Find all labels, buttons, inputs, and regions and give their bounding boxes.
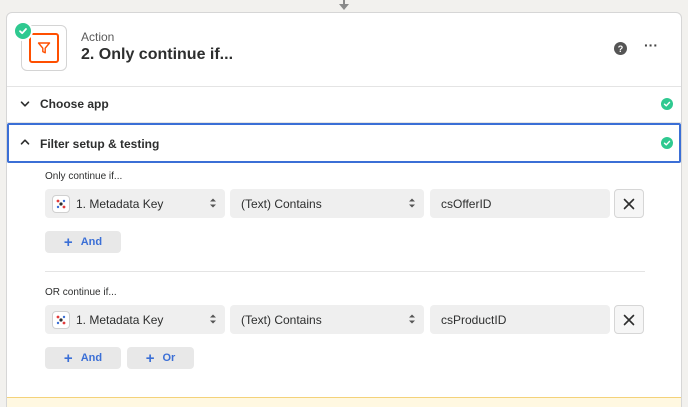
button-label: And: [80, 236, 103, 248]
condition-field-value: 1. Metadata Key: [76, 312, 164, 327]
condition-value-input[interactable]: csOfferID: [430, 189, 610, 218]
section-complete-check-icon: [661, 98, 673, 110]
section-choose-app[interactable]: Choose app: [7, 87, 681, 123]
add-or-group-button[interactable]: + Or: [127, 347, 194, 369]
chevron-up-icon: [20, 139, 30, 145]
step-connector-arrow-icon: [339, 4, 349, 10]
condition-operator-value: (Text) Contains: [241, 196, 322, 211]
select-arrows-icon: [210, 314, 216, 324]
step-title: 2. Only continue if...: [81, 46, 234, 63]
plus-icon: +: [145, 349, 155, 367]
condition-operator-select[interactable]: (Text) Contains: [230, 189, 424, 218]
section-label: Choose app: [40, 97, 109, 111]
condition-value-input[interactable]: csProductID: [430, 305, 610, 334]
filter-group-label: OR continue if...: [45, 287, 117, 298]
section-complete-check-icon: [661, 137, 673, 149]
bottom-notice-banner: [7, 397, 681, 407]
select-arrows-icon: [409, 314, 415, 324]
add-and-condition-button[interactable]: + And: [45, 347, 121, 369]
condition-operator-value: (Text) Contains: [241, 312, 322, 327]
group-divider: [45, 271, 645, 272]
filter-group-label: Only continue if...: [45, 171, 123, 182]
button-label: And: [80, 352, 103, 364]
step-header[interactable]: Action 2. Only continue if... ? ···: [7, 13, 681, 87]
app-logo-icon: [52, 194, 70, 213]
condition-value-text: csOfferID: [441, 196, 492, 211]
plus-icon: +: [63, 233, 73, 251]
remove-condition-button[interactable]: [614, 305, 644, 334]
section-label: Filter setup & testing: [40, 137, 160, 151]
help-icon[interactable]: ?: [614, 42, 627, 55]
condition-field-select[interactable]: 1. Metadata Key: [45, 189, 225, 218]
section-filter-setup[interactable]: Filter setup & testing: [7, 123, 681, 163]
condition-field-select[interactable]: 1. Metadata Key: [45, 305, 225, 334]
plus-icon: +: [63, 349, 73, 367]
remove-condition-button[interactable]: [614, 189, 644, 218]
chevron-down-icon: [20, 101, 30, 107]
select-arrows-icon: [409, 198, 415, 208]
filter-icon: [37, 42, 51, 54]
condition-value-text: csProductID: [441, 312, 507, 327]
close-icon: [623, 314, 635, 325]
add-and-condition-button[interactable]: + And: [45, 231, 121, 253]
condition-field-value: 1. Metadata Key: [76, 196, 164, 211]
condition-operator-select[interactable]: (Text) Contains: [230, 305, 424, 334]
select-arrows-icon: [210, 198, 216, 208]
button-label: Or: [162, 352, 176, 364]
more-options-icon[interactable]: ···: [644, 37, 658, 53]
zap-step-card: Action 2. Only continue if... ? ··· Choo…: [6, 12, 682, 407]
step-type-label: Action: [81, 30, 115, 44]
app-logo-icon: [52, 310, 70, 329]
step-complete-check-icon: [13, 21, 33, 41]
close-icon: [623, 198, 635, 209]
